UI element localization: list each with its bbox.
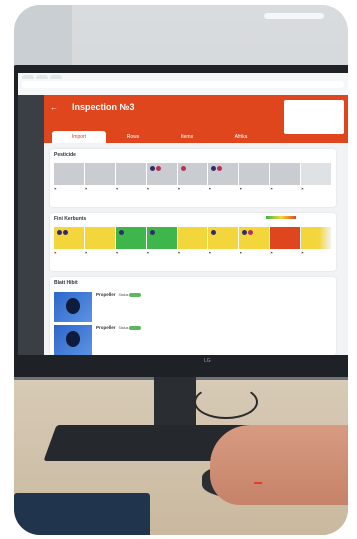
segment[interactable] [208, 227, 239, 249]
marker-icon [248, 230, 254, 235]
flag-icon: ⚑ [115, 187, 119, 191]
status-label: Status [118, 326, 129, 330]
browser-tab[interactable] [36, 75, 48, 79]
segment[interactable] [84, 163, 115, 185]
flag-row: ⚑ ⚑ ⚑ ⚑ ⚑ ⚑ ⚑ ⚑ ⚑ [54, 251, 332, 255]
segment[interactable] [146, 227, 177, 249]
segment[interactable] [208, 163, 239, 185]
segment-row [54, 163, 332, 185]
browser-tab[interactable] [22, 75, 34, 79]
marker-icon [118, 230, 124, 235]
section-title: Fini Kerbunts [54, 216, 87, 222]
marker-icon [149, 230, 155, 235]
segment[interactable] [301, 163, 332, 185]
flag-icon: ⚑ [54, 187, 57, 191]
marker-icon [211, 230, 217, 235]
section-title: Blatt Hibit [54, 280, 78, 286]
mouse-led [254, 482, 262, 484]
monitor-screen: ← Inspection №3 Import Rows Items Afrika… [18, 73, 348, 355]
segment[interactable] [115, 227, 146, 249]
flag-row: ⚑ ⚑ ⚑ ⚑ ⚑ ⚑ ⚑ ⚑ ⚑ [54, 187, 332, 191]
page-title: Inspection №3 [72, 102, 135, 112]
flag-icon: ⚑ [301, 187, 304, 191]
status-label: Status [118, 293, 129, 297]
segment[interactable] [239, 163, 270, 185]
segment[interactable] [239, 227, 270, 249]
marker-icon [57, 230, 62, 235]
ceiling-light [264, 13, 324, 19]
keyboard [14, 493, 150, 535]
score-bar [266, 216, 296, 219]
url-bar[interactable] [22, 81, 344, 88]
list-item[interactable]: Propeller Status [54, 325, 332, 355]
propeller-thumbnail [54, 325, 92, 355]
browser-tab[interactable] [50, 75, 62, 79]
segment[interactable] [115, 163, 146, 185]
flag-icon: ⚑ [146, 187, 150, 191]
tab-rows[interactable]: Rows [106, 131, 160, 143]
status-badge [129, 293, 142, 298]
segment[interactable] [301, 227, 332, 249]
flag-icon: ⚑ [54, 251, 57, 255]
cable [194, 385, 258, 419]
tab-import[interactable]: Import [52, 131, 106, 143]
item-name: Propeller [96, 292, 116, 297]
flag-icon: ⚑ [208, 251, 212, 255]
segment[interactable] [54, 227, 84, 249]
segment[interactable] [177, 227, 208, 249]
segment[interactable] [270, 163, 301, 185]
photo-frame: ← Inspection №3 Import Rows Items Afrika… [14, 5, 348, 535]
flag-icon: ⚑ [239, 187, 243, 191]
app-header: ← Inspection №3 Import Rows Items Afrika [44, 95, 348, 143]
flag-icon: ⚑ [270, 251, 273, 255]
list-item[interactable]: Propeller Status [54, 292, 332, 322]
flag-icon: ⚑ [84, 187, 88, 191]
item-text: Propeller Status [92, 325, 332, 355]
marker-icon [63, 230, 68, 235]
propeller-thumbnail [54, 292, 92, 322]
segment-row [54, 227, 332, 249]
segment[interactable] [84, 227, 115, 249]
flag-icon: ⚑ [115, 251, 119, 255]
section-title: Pesticide [54, 152, 76, 158]
flag-icon: ⚑ [301, 251, 304, 255]
flag-icon: ⚑ [239, 251, 243, 255]
flag-icon: ⚑ [177, 251, 181, 255]
segment[interactable] [177, 163, 208, 185]
item-name: Propeller [96, 325, 116, 330]
header-tabs: Import Rows Items Afrika [52, 131, 268, 143]
left-nav [18, 95, 44, 355]
tab-items[interactable]: Items [160, 131, 214, 143]
segment[interactable] [146, 163, 177, 185]
vehicle-info-card [284, 100, 344, 134]
segment[interactable] [54, 163, 84, 185]
browser-tabs [18, 73, 348, 79]
marker-icon [217, 166, 223, 171]
marker-icon [155, 166, 161, 171]
inspection-app: ← Inspection №3 Import Rows Items Afrika… [44, 95, 348, 355]
flag-icon: ⚑ [208, 187, 212, 191]
flag-icon: ⚑ [146, 251, 150, 255]
flag-icon: ⚑ [177, 187, 181, 191]
section-card: Fini Kerbunts ⚑ ⚑ ⚑ ⚑ ⚑ ⚑ ⚑ ⚑ ⚑ [50, 213, 336, 271]
browser-bar [18, 73, 348, 96]
marker-icon [180, 166, 186, 171]
item-text: Propeller Status [92, 292, 332, 322]
flag-icon: ⚑ [270, 187, 273, 191]
back-arrow-icon[interactable]: ← [50, 103, 58, 112]
status-badge [129, 326, 142, 331]
hand [210, 425, 348, 505]
section-card: Pesticide ⚑ ⚑ ⚑ ⚑ ⚑ ⚑ ⚑ ⚑ ⚑ [50, 149, 336, 207]
segment[interactable] [270, 227, 301, 249]
tab-afrika[interactable]: Afrika [214, 131, 268, 143]
monitor-brand-logo: LG [204, 358, 211, 364]
monitor: ← Inspection №3 Import Rows Items Afrika… [14, 65, 348, 377]
marker-icon [149, 166, 155, 171]
section-card: Blatt Hibit Propeller Status Propeller S… [50, 277, 336, 355]
marker-icon [211, 166, 217, 171]
marker-icon [242, 230, 248, 235]
flag-icon: ⚑ [84, 251, 88, 255]
